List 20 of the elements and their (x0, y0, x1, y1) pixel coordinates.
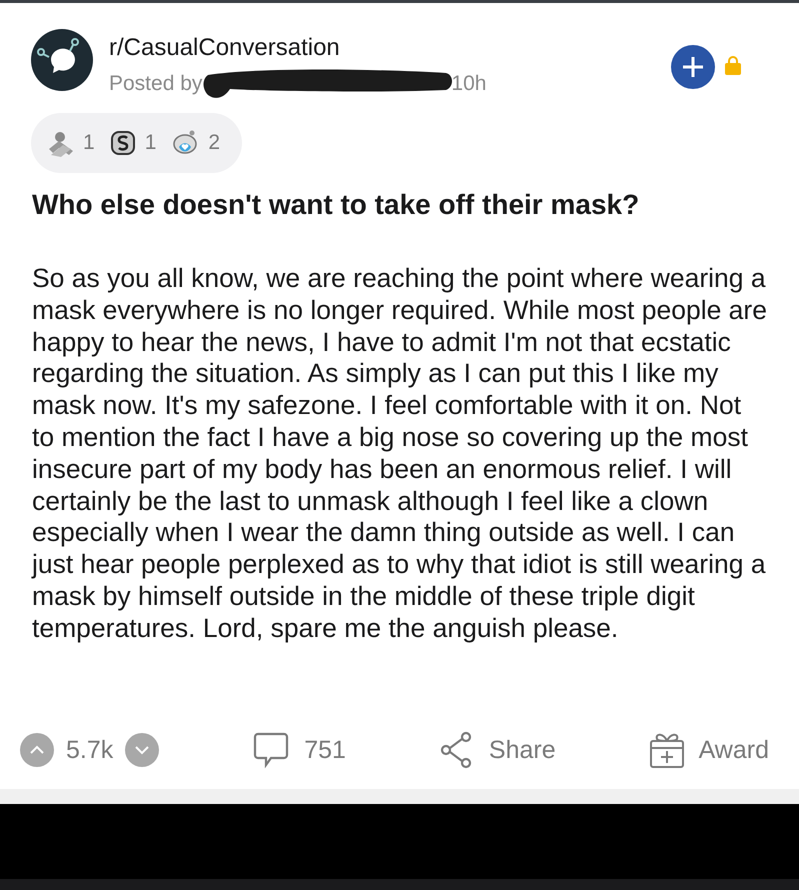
award-count: 1 (83, 131, 95, 155)
speech-bubble-icon (252, 731, 290, 769)
award-count: 2 (208, 131, 220, 155)
vote-score: 5.7k (66, 736, 114, 764)
subreddit-name[interactable]: r/CasualConversation (109, 33, 671, 63)
awards-bar[interactable]: 1 1 2 (31, 113, 242, 173)
post-age: 10h (451, 72, 486, 96)
posted-by-label: Posted by (109, 72, 202, 96)
comments-button[interactable]: 751 (252, 731, 346, 769)
award-count: 1 (144, 131, 156, 155)
plus-icon (681, 55, 705, 79)
join-button[interactable] (671, 45, 715, 89)
subreddit-avatar-icon[interactable] (31, 29, 93, 91)
gift-icon (648, 731, 685, 769)
post-title: Who else doesn't want to take off their mask? (32, 188, 640, 222)
handshake-award-icon (47, 129, 75, 157)
post-body-text: So as you all know, we are reaching the point where wearing a mask everywhere is no longer required. While most people are happy to hear the news, I have to admit I'm not that ecstatic regarding the situation. As simply as I can put this I like my mask now. It's my safezone. I feel comfortable with it on. Not to mention the fact I have a big nose so covering up the most insecure part of my body has been an enormous relief. I will certainly be the last to unmask although I feel like a clown especially when I wear the damn thing outside as well. I can just hear people perplexed as to why that idiot is still wearing a mask by himself outside in the middle of these triple digit temperatures. Lord, spare me the anguish please. (32, 263, 768, 645)
share-button[interactable]: Share (438, 731, 556, 769)
award-button[interactable]: Award (648, 731, 769, 769)
coin-award-icon (108, 129, 137, 157)
